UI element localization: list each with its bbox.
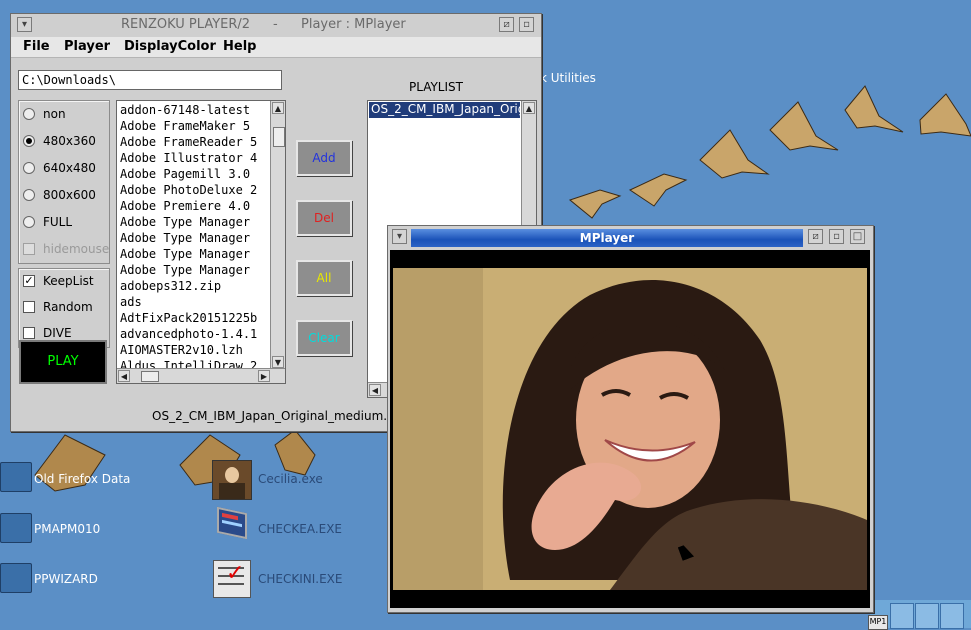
file-list-item[interactable]: ads: [120, 295, 142, 309]
system-menu-icon[interactable]: ▾: [17, 17, 32, 32]
title-separator: -: [273, 17, 278, 32]
play-button[interactable]: PLAY: [19, 340, 107, 384]
taskbar-cell[interactable]: [915, 603, 939, 629]
all-button[interactable]: All: [296, 260, 352, 296]
status-filename: OS_2_CM_IBM_Japan_Original_medium.mpg: [152, 409, 415, 423]
playlist-item-selected[interactable]: OS_2_CM_IBM_Japan_Original_medium.mpg: [369, 102, 520, 118]
clear-button[interactable]: Clear: [296, 320, 352, 356]
title-bar[interactable]: ▾ RENZOKU PLAYER/2 - Player : MPlayer ⧄ …: [11, 14, 541, 36]
taskbar-cell[interactable]: [940, 603, 964, 629]
window-subtitle: Player : MPlayer: [301, 17, 406, 32]
desktop-icon-label[interactable]: CHECKEA.EXE: [258, 522, 342, 536]
menu-file[interactable]: File: [23, 39, 50, 54]
scroll-up-icon[interactable]: ▲: [272, 102, 284, 114]
scroll-right-icon[interactable]: ▶: [258, 370, 270, 382]
file-list-item[interactable]: Adobe Type Manager: [120, 231, 250, 245]
add-button[interactable]: Add: [296, 140, 352, 176]
mplayer-title[interactable]: MPlayer: [411, 229, 803, 247]
file-list-item[interactable]: Adobe Illustrator 4: [120, 151, 257, 165]
wallpaper-birds-lower: [34, 429, 316, 492]
scroll-thumb[interactable]: [141, 371, 159, 382]
file-list[interactable]: addon-67148-latest Adobe FrameMaker 5 Adob…: [116, 100, 286, 384]
maximize-icon[interactable]: □: [850, 229, 865, 244]
file-list-hscroll[interactable]: ◀ ▶: [117, 368, 285, 383]
folder-icon[interactable]: [0, 513, 32, 543]
path-input[interactable]: [18, 70, 282, 90]
video-area[interactable]: [390, 250, 870, 608]
desktop-icon-label[interactable]: CHECKINI.EXE: [258, 572, 343, 586]
menu-bar: File Player DisplayColor Help: [11, 37, 541, 58]
file-list-vscroll[interactable]: ▲ ▼: [270, 101, 285, 369]
monitor-icon[interactable]: [217, 506, 247, 540]
radio-button-selected[interactable]: [23, 135, 35, 147]
wallpaper-birds: [568, 85, 971, 219]
playlist-title: PLAYLIST: [409, 80, 463, 94]
desktop-icon-label[interactable]: Old Firefox Data: [34, 472, 130, 486]
maximize-icon[interactable]: ⧄: [499, 17, 514, 32]
desktop-icon-label[interactable]: PMAPM010: [34, 522, 100, 536]
checkbox-checked[interactable]: ✓: [23, 275, 35, 287]
checkbox: [23, 243, 35, 255]
file-list-item[interactable]: Adobe FrameReader 5: [120, 135, 257, 149]
desktop-icon-label[interactable]: Cecilia.exe: [258, 472, 323, 486]
options-group: ✓ KeepList Random DIVE: [18, 268, 110, 348]
file-list-item[interactable]: adobeps312.zip: [120, 279, 221, 293]
checklist-icon[interactable]: ✓: [213, 560, 251, 598]
file-list-item[interactable]: Adobe Type Manager: [120, 247, 250, 261]
scroll-down-icon[interactable]: ▼: [272, 356, 284, 368]
file-list-item[interactable]: Adobe PhotoDeluxe 2: [120, 183, 257, 197]
scroll-left-icon[interactable]: ◀: [118, 370, 130, 382]
checkbox[interactable]: [23, 327, 35, 339]
file-list-item[interactable]: AIOMASTER2v10.lzh: [120, 343, 243, 357]
window-title: RENZOKU PLAYER/2: [121, 17, 251, 32]
restore-icon[interactable]: ▫: [829, 229, 844, 244]
mplayer-window: ▾ MPlayer ⧄ ▫ □: [387, 225, 874, 613]
resolution-group: non 480x360 640x480 800x600 FULL hidemou…: [18, 100, 110, 264]
folder-icon[interactable]: [0, 462, 32, 492]
scroll-thumb[interactable]: [273, 127, 285, 147]
minimize-icon[interactable]: ⧄: [808, 229, 823, 244]
scroll-left-icon[interactable]: ◀: [369, 384, 381, 396]
taskbar-cell[interactable]: [890, 603, 914, 629]
portrait-icon[interactable]: [212, 460, 252, 500]
scroll-up-icon[interactable]: ▲: [523, 102, 535, 114]
file-list-item[interactable]: advancedphoto-1.4.1: [120, 327, 257, 341]
file-list-item[interactable]: Adobe Pagemill 3.0: [120, 167, 250, 181]
file-list-item[interactable]: Adobe FrameMaker 5: [120, 119, 250, 133]
menu-player[interactable]: Player: [64, 39, 110, 54]
desktop-icon-label[interactable]: PPWIZARD: [34, 572, 98, 586]
file-list-item[interactable]: Adobe Type Manager: [120, 215, 250, 229]
radio-button[interactable]: [23, 162, 35, 174]
video-frame: [390, 250, 870, 608]
menu-help[interactable]: Help: [223, 39, 256, 54]
radio-button[interactable]: [23, 189, 35, 201]
file-list-item[interactable]: Adobe Type Manager: [120, 263, 250, 277]
file-list-item[interactable]: Adobe Premiere 4.0: [120, 199, 250, 213]
menu-displaycolor[interactable]: DisplayColor: [124, 39, 216, 54]
checkbox[interactable]: [23, 301, 35, 313]
del-button[interactable]: Del: [296, 200, 352, 236]
file-list-item[interactable]: AdtFixPack20151225b: [120, 311, 257, 325]
file-list-item[interactable]: addon-67148-latest: [120, 103, 250, 117]
system-menu-icon[interactable]: ▾: [392, 229, 407, 244]
radio-button[interactable]: [23, 216, 35, 228]
radio-button[interactable]: [23, 108, 35, 120]
restore-icon[interactable]: ▫: [519, 17, 534, 32]
folder-icon[interactable]: [0, 563, 32, 593]
